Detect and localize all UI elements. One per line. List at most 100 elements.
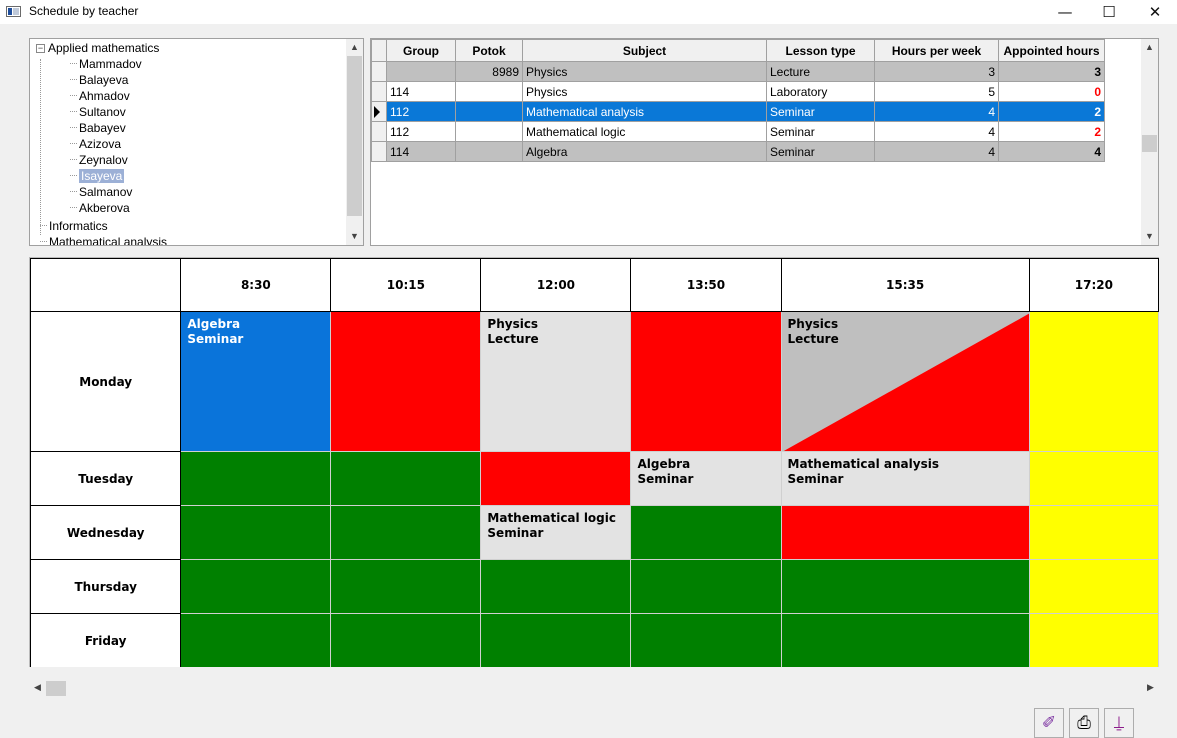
scroll-right-icon[interactable]: ▶: [1142, 680, 1159, 697]
tree-item-teacher[interactable]: Salmanov: [70, 185, 132, 200]
cell-potok: [455, 81, 523, 102]
day-header-tuesday: Tuesday: [30, 451, 182, 506]
minimize-button[interactable]: —: [1043, 0, 1087, 24]
table-row-selected[interactable]: 112 Mathematical analysis Seminar 4 2: [371, 101, 1105, 122]
cell-lesson-type: Laboratory: [766, 81, 875, 102]
column-header-group[interactable]: Group: [386, 39, 456, 62]
schedule-cell-free[interactable]: [480, 613, 632, 667]
column-header-subject[interactable]: Subject: [522, 39, 767, 62]
tree-node-informatics[interactable]: Informatics: [40, 219, 108, 234]
edit-button[interactable]: ✐: [1034, 708, 1064, 738]
close-button[interactable]: ✕: [1133, 0, 1177, 24]
row-indicator[interactable]: [371, 101, 387, 122]
tree-item-teacher[interactable]: Balayeva: [70, 73, 128, 88]
collapse-icon[interactable]: −: [36, 44, 45, 53]
schedule-timetable[interactable]: 8:30 10:15 12:00 13:50 15:35 17:20 Monda…: [29, 257, 1159, 667]
tree-item-teacher[interactable]: Azizova: [70, 137, 121, 152]
schedule-cell-lesson[interactable]: Mathematical analysis Seminar: [780, 451, 1030, 506]
tree-item-teacher-selected[interactable]: Isayeva: [70, 169, 125, 184]
lesson-type: Seminar: [637, 472, 694, 486]
tree-scrollbar[interactable]: ▲ ▼: [346, 39, 363, 245]
column-header-hours-per-week[interactable]: Hours per week: [874, 39, 999, 62]
timetable-horizontal-scrollbar[interactable]: ◀ ▶: [29, 680, 1159, 697]
timetable-corner: [30, 258, 182, 312]
scroll-thumb[interactable]: [1142, 135, 1157, 152]
row-indicator[interactable]: [371, 81, 387, 102]
tree-node-applied-mathematics[interactable]: − Applied mathematics: [36, 41, 159, 56]
cell-subject: Physics: [522, 81, 767, 102]
column-header-potok[interactable]: Potok: [455, 39, 523, 62]
cell-group: 112: [386, 121, 456, 142]
schedule-cell-unavailable[interactable]: [1028, 451, 1159, 506]
scroll-up-icon[interactable]: ▲: [346, 39, 363, 56]
lesson-subject: Physics: [487, 317, 539, 331]
cell-hours: 4: [874, 141, 999, 162]
table-row[interactable]: 112 Mathematical logic Seminar 4 2: [371, 121, 1105, 142]
table-row[interactable]: 114 Algebra Seminar 4 4: [371, 141, 1105, 162]
time-slot-header: 8:30: [180, 258, 332, 312]
tree-item-teacher[interactable]: Sultanov: [70, 105, 126, 120]
schedule-cell-free[interactable]: [330, 613, 482, 667]
window-title: Schedule by teacher: [29, 4, 139, 18]
schedule-cell-busy[interactable]: [780, 505, 1030, 560]
scroll-down-icon[interactable]: ▼: [346, 228, 363, 245]
column-header-lesson-type[interactable]: Lesson type: [766, 39, 875, 62]
scroll-left-icon[interactable]: ◀: [29, 680, 46, 697]
cell-appointed: 2: [998, 121, 1105, 142]
time-slot-header: 13:50: [630, 258, 782, 312]
tree-item-teacher[interactable]: Zeynalov: [70, 153, 128, 168]
cell-group: [386, 61, 456, 82]
tree-node-partial[interactable]: Mathematical analysis: [40, 235, 167, 245]
scroll-down-icon[interactable]: ▼: [1141, 228, 1158, 245]
schedule-cell-lesson[interactable]: Algebra Seminar: [180, 311, 332, 452]
lessons-grid[interactable]: Group Potok Subject Lesson type Hours pe…: [370, 38, 1159, 246]
table-row[interactable]: 8989 Physics Lecture 3 3: [371, 61, 1105, 82]
schedule-cell-free[interactable]: [630, 559, 782, 614]
schedule-cell-free[interactable]: [780, 559, 1030, 614]
column-header-appointed-hours[interactable]: Appointed hours: [998, 39, 1105, 62]
schedule-cell-lesson-conflict[interactable]: Physics Lecture: [780, 311, 1030, 452]
row-indicator[interactable]: [371, 61, 387, 82]
cell-hours: 4: [874, 101, 999, 122]
exit-button[interactable]: ⍊: [1104, 708, 1134, 738]
schedule-cell-unavailable[interactable]: [1028, 311, 1159, 452]
tree-item-teacher[interactable]: Mammadov: [70, 57, 142, 72]
schedule-cell-busy[interactable]: [330, 311, 482, 452]
teacher-tree[interactable]: − Applied mathematics Mammadov Balayeva A…: [29, 38, 364, 246]
tree-item-teacher[interactable]: Akberova: [70, 201, 130, 216]
schedule-cell-lesson[interactable]: Mathematical logic Seminar: [480, 505, 632, 560]
tree-item-teacher[interactable]: Babayev: [70, 121, 126, 136]
schedule-cell-free[interactable]: [780, 613, 1030, 667]
cell-subject: Algebra: [522, 141, 767, 162]
schedule-cell-free[interactable]: [330, 505, 482, 560]
schedule-cell-free[interactable]: [330, 451, 482, 506]
row-indicator[interactable]: [371, 141, 387, 162]
schedule-cell-busy[interactable]: [630, 311, 782, 452]
schedule-cell-free[interactable]: [330, 559, 482, 614]
schedule-cell-free[interactable]: [480, 559, 632, 614]
tree-item-teacher[interactable]: Ahmadov: [70, 89, 130, 104]
cell-group: 114: [386, 141, 456, 162]
cell-potok: 8989: [455, 61, 523, 82]
schedule-cell-free[interactable]: [180, 613, 332, 667]
row-indicator[interactable]: [371, 121, 387, 142]
schedule-cell-free[interactable]: [630, 505, 782, 560]
schedule-cell-busy[interactable]: [480, 451, 632, 506]
scroll-thumb[interactable]: [347, 56, 362, 216]
table-row[interactable]: 114 Physics Laboratory 5 0: [371, 81, 1105, 102]
scroll-up-icon[interactable]: ▲: [1141, 39, 1158, 56]
schedule-cell-unavailable[interactable]: [1028, 505, 1159, 560]
cell-hours: 4: [874, 121, 999, 142]
print-button[interactable]: ⎙: [1069, 708, 1099, 738]
schedule-cell-lesson[interactable]: Algebra Seminar: [630, 451, 782, 506]
schedule-cell-unavailable[interactable]: [1028, 613, 1159, 667]
schedule-cell-unavailable[interactable]: [1028, 559, 1159, 614]
maximize-button[interactable]: ☐: [1087, 0, 1131, 24]
scroll-thumb[interactable]: [46, 681, 66, 696]
schedule-cell-lesson[interactable]: Physics Lecture: [480, 311, 632, 452]
schedule-cell-free[interactable]: [180, 505, 332, 560]
schedule-cell-free[interactable]: [180, 559, 332, 614]
grid-scrollbar[interactable]: ▲ ▼: [1141, 39, 1158, 245]
schedule-cell-free[interactable]: [180, 451, 332, 506]
schedule-cell-free[interactable]: [630, 613, 782, 667]
